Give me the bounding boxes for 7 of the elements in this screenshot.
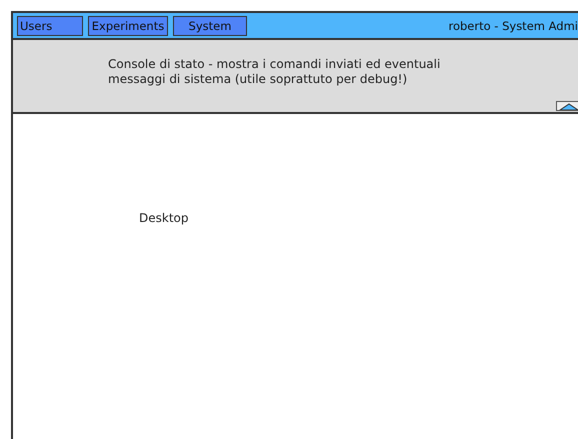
menu-button[interactable]: System	[173, 16, 247, 36]
scroll-up-button[interactable]	[556, 101, 578, 111]
menu-button[interactable]: Users	[17, 16, 83, 36]
desktop-label: Desktop	[139, 211, 188, 225]
console-text: Console di stato - mostra i comandi inviati ed eventuali messaggi di sistema (utile soprattuto per debug!)	[108, 57, 442, 87]
menu-button[interactable]: Experiments	[88, 16, 168, 36]
user-label: roberto - System Admi	[448, 18, 578, 32]
